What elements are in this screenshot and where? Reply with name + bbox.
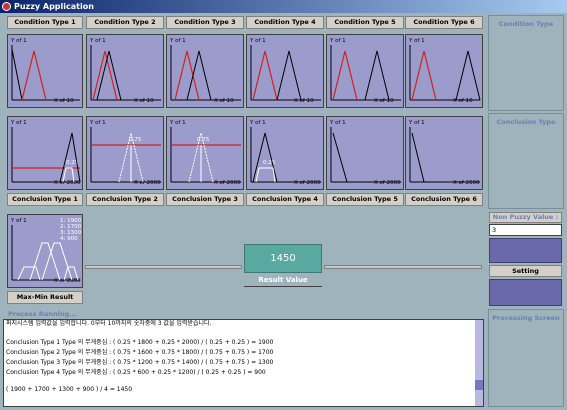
condition-type-title: Condition Type [498,20,554,28]
condition-header-5[interactable]: Condition Type 5 [326,16,404,29]
title-bar: Puzzy Application [0,0,567,13]
active-triangle [332,50,358,101]
triangle [59,132,81,183]
condition-header-6[interactable]: Condition Type 6 [405,16,483,29]
result-value-label: Result Value [258,276,308,284]
result-track-right [324,265,482,269]
scrollbar-thumb[interactable] [475,380,483,390]
conclusion-plot-2: Y of 1 X of 2000 0.75 [86,116,164,190]
condition-plot-2: Y of 1 X of 10 [86,34,164,108]
setting-button[interactable]: Setting [489,265,562,277]
conclusion-chart [409,127,480,183]
conclusion-plot-5: Y of 1 X of 2000 [326,116,404,190]
side-block-2 [489,279,562,306]
left-shoulder-line [411,132,425,183]
triangle [455,50,481,101]
conclusion-header-3[interactable]: Conclusion Type 3 [166,193,244,206]
clipped-set-4 [17,266,41,281]
result-underline [244,286,322,287]
membership-chart [250,45,321,101]
conclusion-plot-6: Y of 1 X of 2000 [405,116,483,190]
console-scrollbar[interactable] [475,320,483,406]
clipped-set-2 [41,242,73,281]
conclusion-type-panel: Conclusion Type [488,113,564,209]
triangle [252,132,278,183]
active-triangle [174,50,200,101]
triangle [276,50,302,101]
app-icon [2,2,11,11]
process-console[interactable]: 퍼지시스템 입력값을 입력합니다. 0부터 10까지의 숫자중에 3 값을 입력… [3,319,484,407]
active-triangle [411,50,437,101]
condition-type-panel: Condition Type [488,15,564,111]
conclusion-header-2[interactable]: Conclusion Type 2 [86,193,164,206]
non-puzzy-label: Non Puzzy Value : [489,212,562,223]
triangle [364,50,390,101]
conclusion-plot-4: Y of 1 X of 2000 0.25 [246,116,324,190]
conclusion-chart [170,127,241,183]
maxmin-plot: Y of 1 X of 2000 1: 1900 2: 1700 3: 1300… [7,214,83,288]
condition-plot-3: Y of 1 X of 10 [166,34,244,108]
conclusion-chart [250,127,321,183]
condition-plot-4: Y of 1 X of 10 [246,34,324,108]
conclusion-chart [90,127,161,183]
console-line: Conclusion Type 3 Type 의 무게중심 : ( 0.75 *… [6,359,274,366]
membership-chart [409,45,481,101]
condition-plot-6: Y of 1 X of 10 [405,34,483,108]
triangle [186,50,212,101]
clipped-region [62,167,75,183]
console-line: Conclusion Type 1 Type 의 무게중심 : ( 0.25 *… [6,339,274,346]
side-block-1 [489,238,562,263]
processing-screen-title: Processing Screen [492,314,560,322]
clipped-set-3 [29,242,61,281]
maxmin-result-label[interactable]: Max-Min Result [7,291,83,304]
console-line: 퍼지시스템 입력값을 입력합니다. 0부터 10까지의 숫자중에 3 값을 입력… [6,320,212,327]
active-triangle [21,50,47,101]
active-triangle [92,50,118,101]
conclusion-plot-3: Y of 1 X of 2000 0.75 [166,116,244,190]
console-line: Conclusion Type 2 Type 의 무게중심 : ( 0.75 *… [6,349,274,356]
active-triangle [252,50,278,101]
conclusion-chart [330,127,401,183]
clipped-region [255,167,276,183]
process-title: Process Running... [8,310,77,318]
result-value-box: 1450 [244,244,322,273]
condition-plot-1: Y of 1 X of 10 [7,34,83,108]
condition-header-3[interactable]: Condition Type 3 [166,16,244,29]
processing-panel: Processing Screen [488,309,564,407]
console-line: ( 1900 + 1700 + 1300 + 900 ) / 4 = 1450 [6,386,133,393]
membership-chart [11,45,80,101]
window-title: Puzzy Application [14,2,94,11]
non-puzzy-input[interactable]: 3 [489,224,562,236]
conclusion-header-6[interactable]: Conclusion Type 6 [405,193,483,206]
left-shoulder-line [11,48,23,101]
conclusion-header-5[interactable]: Conclusion Type 5 [326,193,404,206]
aggregate-chart [11,225,80,281]
conclusion-chart [11,127,81,183]
triangle [96,50,122,101]
result-track-left [85,265,242,269]
condition-plot-5: Y of 1 X of 10 [326,34,404,108]
condition-header-4[interactable]: Condition Type 4 [246,16,324,29]
conclusion-header-4[interactable]: Conclusion Type 4 [246,193,324,206]
left-shoulder-line [332,132,348,183]
conclusion-header-1[interactable]: Conclusion Type 1 [7,193,83,206]
membership-chart [90,45,161,101]
condition-header-2[interactable]: Condition Type 2 [86,16,164,29]
conclusion-type-title: Conclusion Type [496,118,556,126]
membership-chart [170,45,241,101]
console-line: Conclusion Type 4 Type 의 무게중심 : ( 0.25 *… [6,369,266,376]
membership-chart [330,45,401,101]
conclusion-plot-1: Y of 1 X of 2000 0.25 [7,116,83,190]
condition-header-1[interactable]: Condition Type 1 [7,16,83,29]
